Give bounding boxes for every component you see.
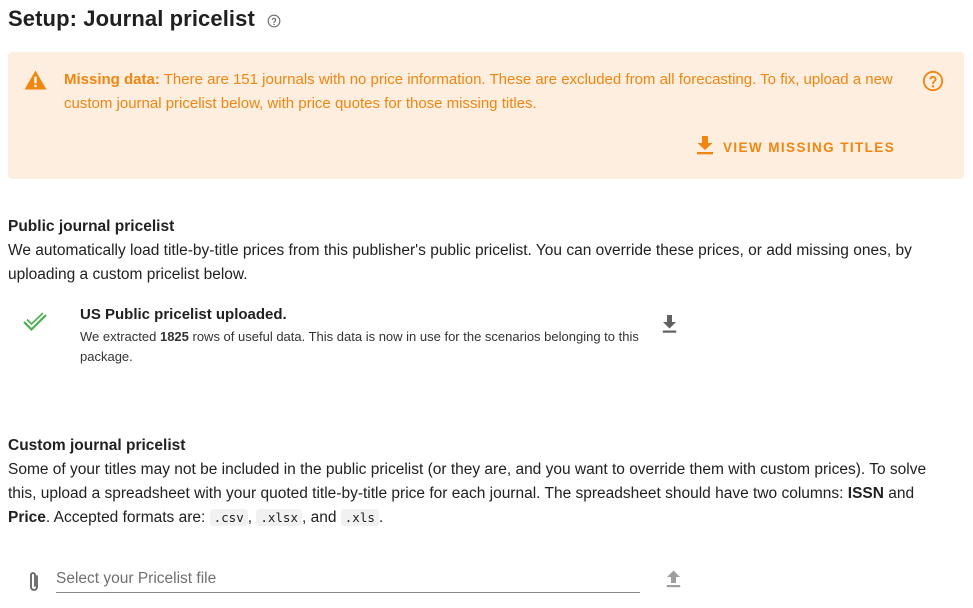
missing-data-alert: Missing data: There are 151 journals wit… [8, 52, 964, 179]
view-missing-titles-button[interactable]: VIEW MISSING TITLES [696, 135, 895, 160]
column-issn: ISSN [847, 485, 884, 502]
format-csv: .csv [209, 509, 248, 526]
public-pricelist-description: We automatically load title-by-title pri… [8, 242, 912, 283]
custom-pricelist-title: Custom journal pricelist [8, 437, 186, 454]
custom-pricelist-section: Custom journal pricelist Some of your ti… [8, 434, 958, 530]
view-missing-titles-label: VIEW MISSING TITLES [723, 140, 896, 155]
download-icon [696, 135, 714, 160]
custom-desc-text: . Accepted formats are: [45, 509, 210, 526]
format-xlsx: .xlsx [256, 509, 302, 526]
download-pricelist-icon[interactable] [662, 314, 677, 339]
rows-count: 1825 [159, 329, 189, 344]
status-title: US Public pricelist uploaded. [80, 306, 287, 323]
custom-desc-text: and [883, 485, 915, 502]
column-price: Price [8, 509, 46, 526]
paperclip-icon[interactable] [26, 570, 42, 599]
alert-label: Missing data: [64, 71, 160, 88]
pricelist-file-picker [26, 566, 706, 596]
alert-message: Missing data: There are 151 journals wit… [64, 68, 914, 116]
public-pricelist-section: Public journal pricelist We automaticall… [8, 215, 958, 287]
upload-icon[interactable] [666, 569, 681, 593]
pricelist-file-input[interactable] [56, 566, 640, 593]
custom-desc-text: Some of your titles may not be included … [8, 461, 927, 502]
page-title: Setup: Journal pricelist [8, 6, 255, 31]
help-circle-icon[interactable] [267, 14, 281, 28]
public-pricelist-title: Public journal pricelist [8, 218, 175, 235]
page-header: Setup: Journal pricelist [8, 6, 281, 32]
custom-pricelist-description: Some of your titles may not be included … [8, 458, 958, 530]
custom-desc-text: . [378, 509, 384, 526]
status-description: We extracted 1825 rows of useful data. T… [80, 327, 640, 367]
format-xls: .xls [340, 509, 379, 526]
status-desc-text: We extracted [80, 329, 160, 344]
alert-body: There are 151 journals with no price inf… [64, 71, 893, 112]
custom-desc-text: , and [302, 509, 341, 526]
check-icon [22, 312, 48, 337]
alert-help-icon[interactable] [922, 70, 944, 97]
warning-triangle-icon [24, 70, 47, 95]
